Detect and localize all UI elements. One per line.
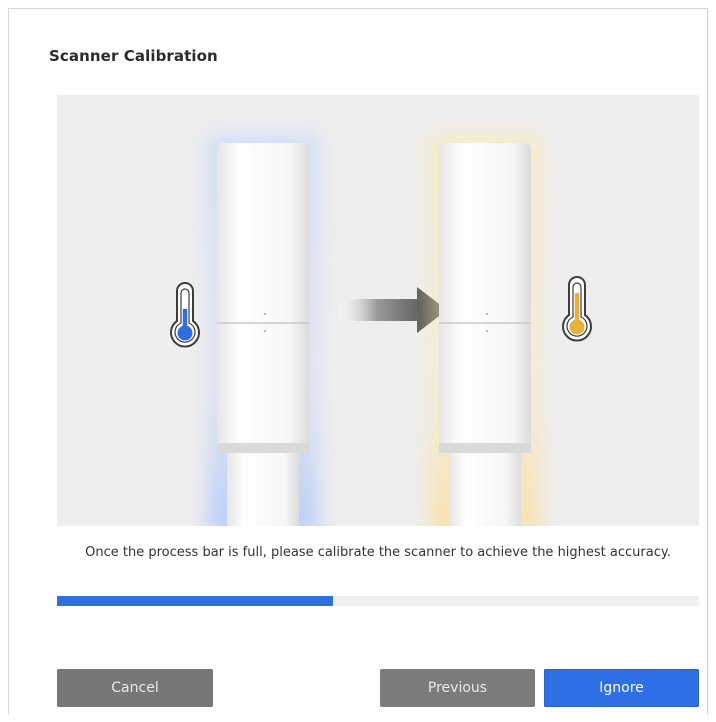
warm-scanner xyxy=(429,135,541,526)
calibration-dialog: Scanner Calibration Once the process bar… xyxy=(8,8,708,714)
cold-scanner xyxy=(207,135,319,526)
cancel-button[interactable]: Cancel xyxy=(57,669,213,707)
progress-fill xyxy=(57,596,334,606)
previous-button[interactable]: Previous xyxy=(380,669,535,707)
calibration-illustration xyxy=(57,95,699,526)
thermometer-warm-icon xyxy=(562,276,592,342)
thermometer-cold-icon xyxy=(170,282,200,348)
calibration-message: Once the process bar is full, please cal… xyxy=(85,545,671,560)
dialog-title: Scanner Calibration xyxy=(49,47,218,65)
calibration-progress-bar xyxy=(57,596,699,606)
ignore-button[interactable]: Ignore xyxy=(544,669,699,707)
